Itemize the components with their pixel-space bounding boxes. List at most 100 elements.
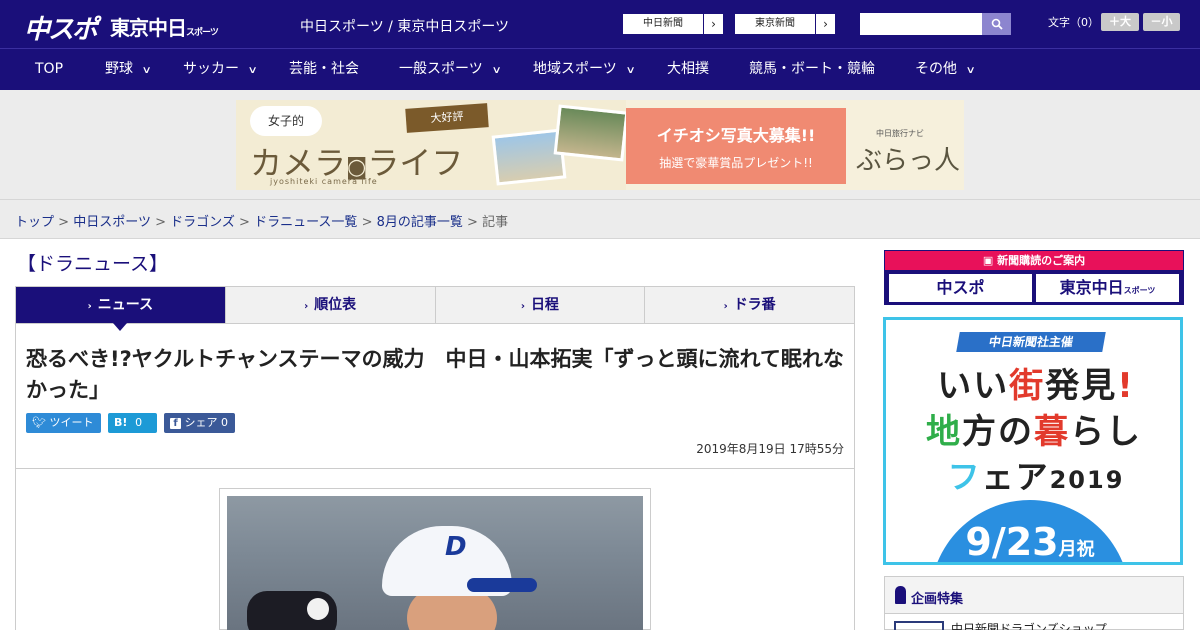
breadcrumb-separator: > [361, 215, 373, 230]
banner-area: 女子的 カメラ◙ライフ jyoshiteki camera life 大好評 イ… [0, 90, 1200, 200]
facebook-share-button[interactable]: f シェア 0 [164, 413, 235, 433]
nav-item-local-sports[interactable]: 地域スポーツ ∨ [533, 49, 636, 90]
hatena-icon: B! [114, 416, 128, 429]
tokyo-shimbun-link[interactable]: 東京新聞 › [734, 13, 836, 35]
fair-text: らし [1070, 412, 1142, 452]
subscribe-chuspo[interactable]: 中スポ [889, 274, 1032, 302]
hatena-bookmark-button[interactable]: B! 0 [108, 413, 157, 433]
chevron-down-icon: ∨ [625, 65, 636, 76]
subscribe-tokyo-chunichi-suffix: スポーツ [1123, 286, 1156, 295]
fair-text: 街 [1009, 366, 1046, 406]
chevron-right-icon: › [304, 301, 309, 312]
fb-share-label: シェア [184, 416, 218, 429]
tweet-button[interactable]: 🐦︎ ツイート [26, 413, 101, 433]
fair-text: 発見 [1045, 366, 1118, 406]
dragons-cap-logo: D [445, 532, 467, 562]
tokyo-chunichi-logo[interactable]: 東京中日スポーツ [110, 12, 219, 41]
breadcrumb-area: トップ > 中日スポーツ > ドラゴンズ > ドラニュース一覧 > 8月の記事一… [0, 201, 1200, 239]
chevron-right-icon: › [815, 14, 835, 34]
nav-item-entertainment[interactable]: 芸能・社会 [289, 49, 359, 90]
twitter-icon: 🐦︎ [32, 416, 50, 429]
nav-item-general-sports[interactable]: 一般スポーツ ∨ [399, 49, 502, 90]
tab-schedule[interactable]: › 日程 [434, 287, 645, 323]
fair-text: 暮 [1034, 412, 1070, 452]
breadcrumb-link-dragons[interactable]: ドラゴンズ [170, 215, 235, 230]
search-button[interactable] [982, 13, 1011, 35]
breadcrumb-separator: > [239, 215, 250, 230]
banner-subline: 抽選で豪華賞品プレゼント!! [659, 156, 813, 170]
chuspo-logo[interactable]: 中スポ [24, 9, 98, 46]
tokyo-chunichi-logo-text: 東京中日 [110, 16, 187, 40]
nav-item-top[interactable]: TOP [35, 49, 63, 90]
banner-headline: イチオシ写真大募集!! [656, 126, 816, 145]
chevron-right-icon: › [703, 14, 723, 34]
subscription-title-text: 新聞購読のご案内 [997, 254, 1086, 267]
feature-box: 企画特集 中日新聞ドラゴンズショップ [884, 576, 1184, 630]
tab-label: 日程 [530, 297, 559, 313]
breadcrumb-separator: > [58, 215, 70, 230]
nav-item-label: 野球 [105, 61, 133, 77]
top-header: 中スポ 東京中日スポーツ 中日スポーツ / 東京中日スポーツ 中日新聞 › 東京… [0, 0, 1200, 48]
tab-label: ドラ番 [733, 297, 776, 313]
chevron-down-icon: ∨ [141, 65, 152, 76]
nav-item-label: 地域スポーツ [533, 61, 617, 77]
feature-thumbnail[interactable] [894, 621, 944, 630]
nav-item-label: 一般スポーツ [399, 61, 483, 77]
fair-date-text: 9/23 [965, 520, 1059, 564]
breadcrumb-link-chunichi-sports[interactable]: 中日スポーツ [73, 215, 151, 230]
tokyo-chunichi-logo-suffix: スポーツ [186, 28, 219, 38]
facebook-icon: f [170, 418, 181, 429]
banner-promo-panel: イチオシ写真大募集!! 抽選で豪華賞品プレゼント!! [626, 108, 846, 184]
subscription-box[interactable]: ▣ 新聞購読のご案内 中スポ 東京中日スポーツ [884, 250, 1184, 305]
breadcrumb-link-top[interactable]: トップ [15, 215, 54, 230]
breadcrumb-link-august-list[interactable]: 8月の記事一覧 [377, 215, 463, 230]
tab-dora-ban[interactable]: › ドラ番 [644, 287, 854, 323]
banner-subtitle: jyoshiteki camera life [270, 177, 378, 186]
tab-news[interactable]: › ニュース [16, 287, 225, 331]
subscribe-tokyo-chunichi[interactable]: 東京中日スポーツ [1036, 274, 1179, 302]
nav-item-label: TOP [35, 61, 64, 77]
nav-item-baseball[interactable]: 野球 ∨ [105, 49, 152, 90]
photo-baseball [307, 598, 329, 620]
font-smaller-button[interactable]: －小 [1143, 13, 1180, 31]
chunichi-shimbun-link[interactable]: 中日新聞 › [622, 13, 724, 35]
tab-label: 順位表 [314, 297, 357, 313]
nav-item-label: サッカー [183, 61, 239, 77]
search-input[interactable] [860, 13, 982, 35]
nav-item-other[interactable]: その他 ∨ [915, 49, 976, 90]
nav-item-label: 競馬・ボート・競輪 [749, 61, 875, 77]
newspaper-icon: ▣ [982, 254, 998, 267]
fair-line-3: フェア2019 [896, 452, 1176, 498]
font-size-label: 文字（0） [1048, 16, 1099, 29]
banner-brand: ぶらっ人 [856, 146, 961, 176]
fair-text: フ [947, 458, 982, 496]
fair-organizer: 中日新聞社主催 [956, 332, 1106, 352]
section-title: 【ドラニュース】 [17, 253, 169, 275]
feature-item-link[interactable]: 中日新聞ドラゴンズショップ [951, 620, 1107, 630]
fair-date-suffix: 月祝 [1058, 539, 1095, 560]
chevron-right-icon: › [520, 301, 525, 312]
banner-brand-small: 中日旅行ナビ [876, 129, 924, 138]
article-photo[interactable]: D [227, 496, 643, 630]
nav-item-label: 大相撲 [667, 61, 709, 77]
camera-life-banner[interactable]: 女子的 カメラ◙ライフ jyoshiteki camera life 大好評 イ… [236, 100, 964, 190]
breadcrumb-link-dra-news-list[interactable]: ドラニュース一覧 [254, 215, 357, 230]
fair-line-1: いい街発見! [896, 358, 1176, 407]
article-headline: 恐るべき!?ヤクルトチャンステーマの威力 中日・山本拓実「ずっと頭に流れて眠れな… [26, 347, 844, 402]
breadcrumb-separator: > [467, 215, 478, 230]
nav-item-racing[interactable]: 競馬・ボート・競輪 [749, 49, 875, 90]
font-larger-button[interactable]: ＋大 [1101, 13, 1139, 31]
feature-box-header: 企画特集 [885, 577, 1183, 614]
subscription-title: ▣ 新聞購読のご案内 [885, 251, 1183, 270]
fair-text: ェア [981, 458, 1050, 496]
nav-item-label: 芸能・社会 [289, 61, 359, 77]
fair-text: 2019 [1049, 466, 1125, 494]
tab-standings[interactable]: › 順位表 [224, 287, 435, 323]
nav-item-sumo[interactable]: 大相撲 [667, 49, 709, 90]
fair-ad-banner[interactable]: 中日新聞社主催 いい街発見! 地方の暮らし フェア2019 9/23月祝 [883, 317, 1183, 565]
nav-item-soccer[interactable]: サッカー ∨ [183, 49, 258, 90]
fair-text: いい [937, 366, 1010, 406]
fb-share-count: 0 [221, 416, 228, 429]
article-header: 恐るべき!?ヤクルトチャンステーマの威力 中日・山本拓実「ずっと頭に流れて眠れな… [15, 324, 855, 469]
chevron-right-icon: › [723, 301, 728, 312]
